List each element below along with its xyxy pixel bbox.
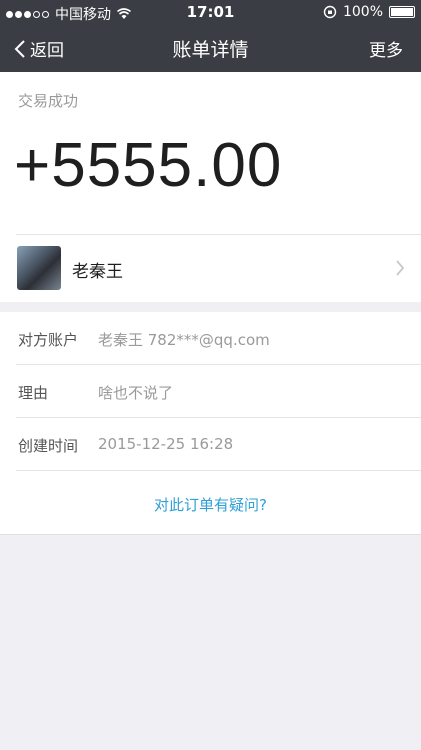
detail-row-created-time: 创建时间 2015-12-25 16:28 bbox=[0, 418, 421, 470]
details-card: 对方账户 老秦王 782***@qq.com 理由 啥也不说了 创建时间 201… bbox=[0, 312, 421, 534]
transaction-summary: 交易成功 +5555.00 老秦王 bbox=[0, 72, 421, 302]
detail-value: 2015-12-25 16:28 bbox=[98, 435, 234, 453]
header: 中国移动 17:01 100% 返回 账单详情 更多 bbox=[0, 0, 421, 72]
avatar bbox=[17, 246, 61, 290]
detail-label: 理由 bbox=[18, 384, 49, 402]
detail-row-reason: 理由 啥也不说了 bbox=[0, 365, 421, 417]
detail-label: 创建时间 bbox=[18, 437, 79, 455]
page-title: 账单详情 bbox=[172, 39, 249, 61]
orientation-lock-icon bbox=[323, 5, 337, 19]
nav-bar: 返回 账单详情 更多 bbox=[0, 24, 421, 72]
status-bar: 中国移动 17:01 100% bbox=[0, 0, 421, 24]
status-right: 100% bbox=[323, 4, 415, 20]
detail-value: 老秦王 782***@qq.com bbox=[98, 331, 270, 349]
divider bbox=[0, 534, 421, 535]
counterparty-row[interactable]: 老秦王 bbox=[0, 235, 421, 301]
transaction-amount: +5555.00 bbox=[14, 131, 283, 200]
chevron-right-icon bbox=[396, 260, 405, 276]
detail-row-account: 对方账户 老秦王 782***@qq.com bbox=[0, 312, 421, 364]
counterparty-name: 老秦王 bbox=[72, 262, 123, 282]
more-button[interactable]: 更多 bbox=[369, 36, 403, 61]
detail-value: 啥也不说了 bbox=[98, 384, 174, 402]
divider bbox=[16, 470, 421, 471]
order-question-link[interactable]: 对此订单有疑问? bbox=[0, 494, 421, 515]
battery-percent: 100% bbox=[342, 4, 383, 20]
transaction-status: 交易成功 bbox=[18, 92, 79, 110]
detail-label: 对方账户 bbox=[18, 331, 79, 349]
battery-icon bbox=[389, 6, 415, 18]
